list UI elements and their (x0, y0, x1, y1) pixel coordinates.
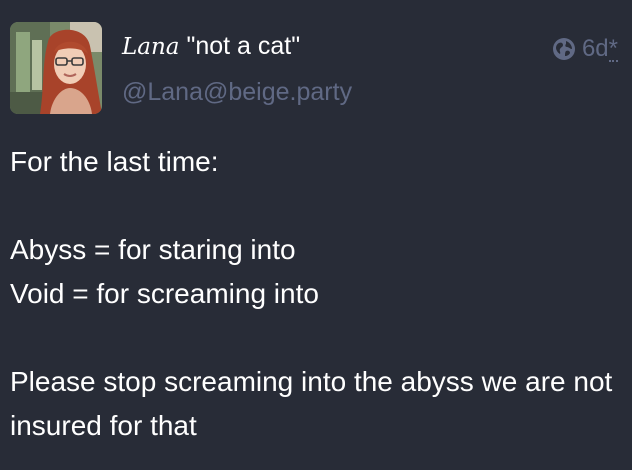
display-name-rest: "not a cat" (179, 32, 301, 60)
display-name-fancy: Lana (122, 34, 180, 60)
status-meta: 6d* (552, 34, 618, 64)
content-paragraph: For the last time: (10, 146, 219, 177)
edited-marker[interactable]: * (608, 37, 618, 62)
content-paragraph: Please stop screaming into the abyss we … (10, 366, 613, 441)
avatar-image (10, 22, 102, 114)
content-line: Abyss = for staring into (10, 234, 296, 265)
display-name[interactable]: Lana "not a cat" (122, 30, 300, 63)
account-handle[interactable]: @Lana@beige.party (122, 76, 352, 108)
status-timestamp[interactable]: 6d* (582, 34, 618, 64)
status-content: For the last time: Abyss = for staring i… (10, 140, 622, 448)
globe-icon (552, 38, 575, 60)
content-paragraph: Abyss = for staring into Void = for scre… (10, 228, 622, 316)
avatar[interactable] (10, 22, 102, 114)
content-line: Void = for screaming into (10, 278, 319, 309)
timestamp-text: 6d (581, 35, 609, 62)
